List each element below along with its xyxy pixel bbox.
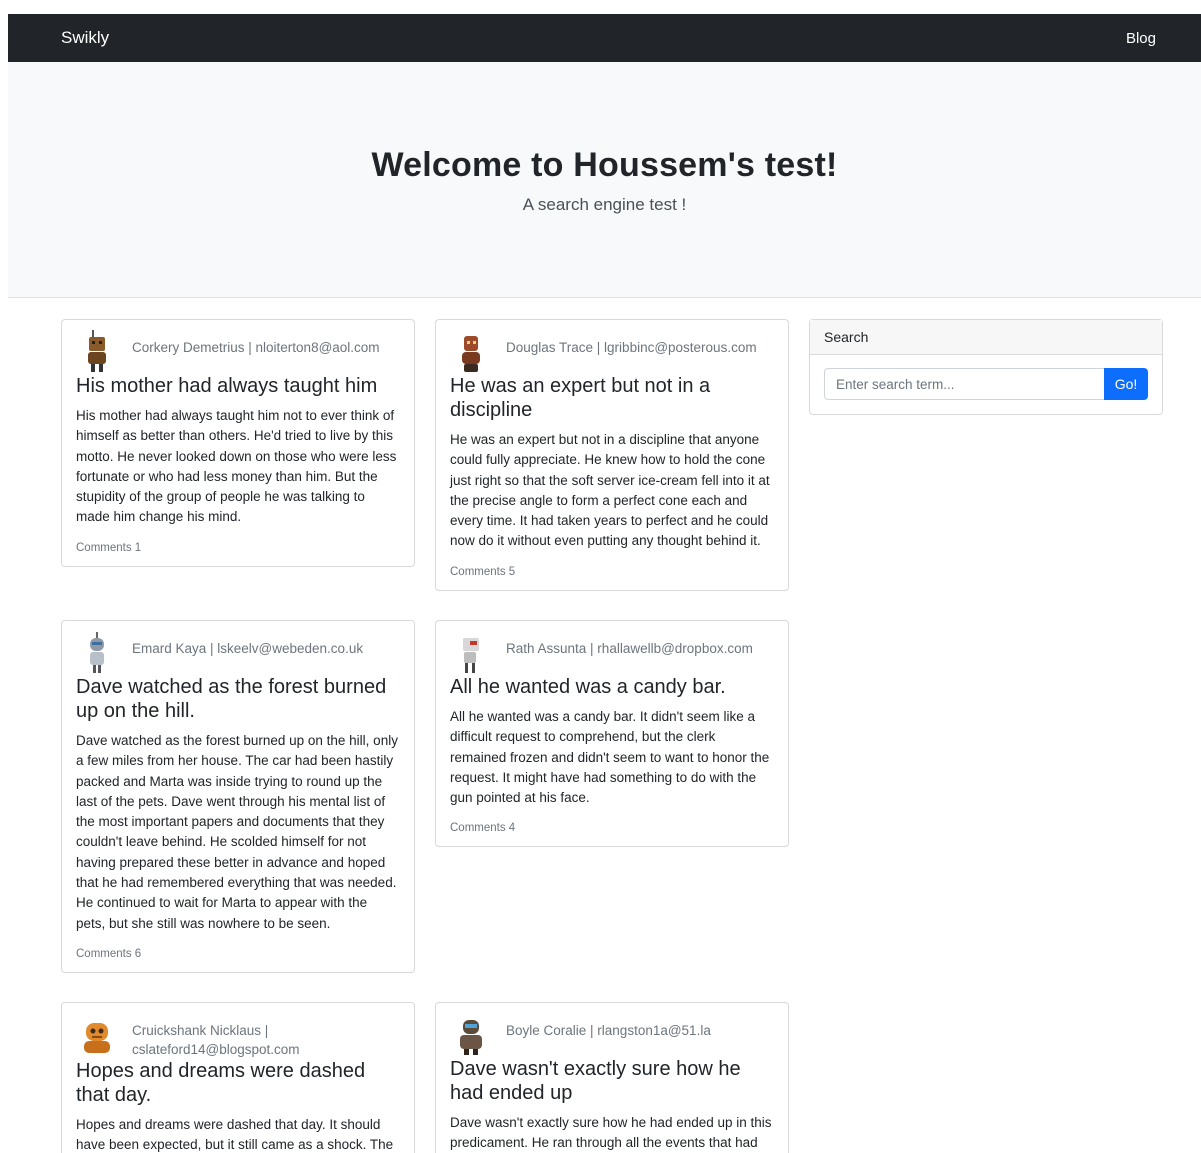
robot-avatar-icon xyxy=(462,336,480,372)
robot-avatar-icon xyxy=(88,330,106,372)
post-excerpt: Dave watched as the forest burned up on … xyxy=(76,733,398,931)
robot-avatar-icon xyxy=(84,1023,110,1053)
post-author: Corkery Demetrius | nloiterton8@aol.com xyxy=(132,340,380,355)
search-go-button[interactable]: Go! xyxy=(1104,368,1148,400)
hero-banner: Welcome to Houssem's test! A search engi… xyxy=(8,62,1201,298)
post-comments-count[interactable]: Comments 1 xyxy=(76,542,400,554)
post-author: Emard Kaya | lskeelv@webeden.co.uk xyxy=(132,641,364,656)
post-card: Corkery Demetrius | nloiterton8@aol.com … xyxy=(61,319,415,567)
post-comments-count[interactable]: Comments 6 xyxy=(76,948,400,960)
post-card: Douglas Trace | lgribbinc@posterous.com … xyxy=(435,319,789,591)
post-author: Douglas Trace | lgribbinc@posterous.com xyxy=(506,340,757,355)
post-card: Emard Kaya | lskeelv@webeden.co.uk Dave … xyxy=(61,620,415,973)
post-excerpt: Hopes and dreams were dashed that day. I… xyxy=(76,1117,394,1153)
post-title[interactable]: His mother had always taught him xyxy=(76,374,400,398)
post-comments-count[interactable]: Comments 5 xyxy=(450,566,774,578)
post-card: Cruickshank Nicklaus | cslateford14@blog… xyxy=(61,1002,415,1153)
post-author: Rath Assunta | rhallawellb@dropbox.com xyxy=(506,641,753,656)
brand-link[interactable]: Swikly xyxy=(61,28,109,48)
search-form: Go! xyxy=(810,355,1162,414)
hero-subtitle: A search engine test ! xyxy=(522,195,687,214)
hero-title: Welcome to Houssem's test! xyxy=(371,146,838,184)
robot-avatar-icon xyxy=(90,632,104,673)
post-card: Boyle Coralie | rlangston1a@51.la Dave w… xyxy=(435,1002,789,1153)
post-excerpt: His mother had always taught him not to … xyxy=(76,408,397,525)
search-input[interactable] xyxy=(824,368,1104,400)
post-title[interactable]: Dave wasn't exactly sure how he had ende… xyxy=(450,1057,774,1105)
nav-link-blog[interactable]: Blog xyxy=(1126,30,1156,47)
post-excerpt: He was an expert but not in a discipline… xyxy=(450,432,770,549)
post-card: Rath Assunta | rhallawellb@dropbox.com A… xyxy=(435,620,789,848)
robot-avatar-icon xyxy=(460,1020,482,1055)
search-header: Search xyxy=(810,320,1162,355)
post-title[interactable]: Dave watched as the forest burned up on … xyxy=(76,675,400,723)
search-widget: Search Go! xyxy=(809,319,1163,415)
navbar: Swikly Blog xyxy=(8,14,1201,62)
robot-avatar-icon xyxy=(463,638,479,673)
post-excerpt: Dave wasn't exactly sure how he had ende… xyxy=(450,1115,772,1151)
post-title[interactable]: All he wanted was a candy bar. xyxy=(450,675,774,699)
post-title[interactable]: He was an expert but not in a discipline xyxy=(450,374,774,422)
post-author: Cruickshank Nicklaus | cslateford14@blog… xyxy=(132,1023,300,1057)
post-comments-count[interactable]: Comments 4 xyxy=(450,822,774,834)
post-excerpt: All he wanted was a candy bar. It didn't… xyxy=(450,709,770,806)
page: Swikly Blog Welcome to Houssem's test! A… xyxy=(8,14,1201,1153)
post-title[interactable]: Hopes and dreams were dashed that day. xyxy=(76,1059,400,1107)
post-author: Boyle Coralie | rlangston1a@51.la xyxy=(506,1023,711,1038)
